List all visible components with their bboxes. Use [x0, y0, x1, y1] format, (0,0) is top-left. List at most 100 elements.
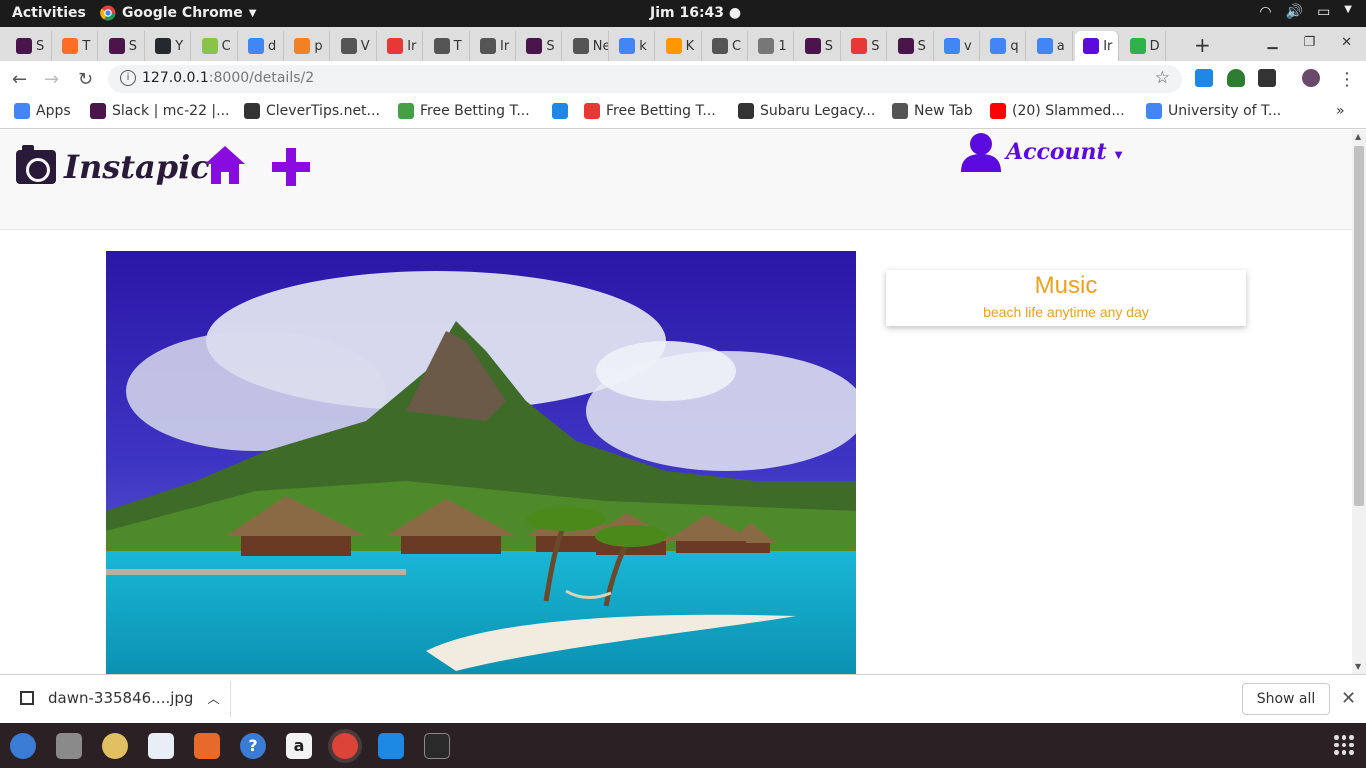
app-name: Google Chrome: [122, 5, 243, 21]
activities-button[interactable]: Activities: [12, 5, 86, 21]
bookmark-label: Free Betting T...: [606, 103, 716, 119]
chevron-up-icon[interactable]: ︿: [207, 690, 219, 707]
info-icon[interactable]: i: [120, 70, 136, 86]
tab[interactable]: T: [54, 31, 99, 61]
forward-icon[interactable]: →: [44, 69, 59, 90]
files-icon[interactable]: [56, 733, 82, 759]
tab[interactable]: 1: [750, 31, 795, 61]
tab[interactable]: S: [797, 31, 841, 61]
tab[interactable]: S: [8, 31, 52, 61]
new-tab-button[interactable]: +: [1194, 33, 1211, 57]
tab[interactable]: v: [936, 31, 980, 61]
tab[interactable]: S: [101, 31, 145, 61]
tab-favicon-icon: [62, 38, 79, 54]
close-tab-icon[interactable]: ✕: [1116, 40, 1118, 53]
close-icon[interactable]: ✕: [1341, 688, 1356, 709]
reload-icon[interactable]: ↻: [78, 69, 93, 90]
bookmark-item[interactable]: University of T...: [1146, 103, 1281, 119]
tab-favicon-icon: [480, 38, 496, 54]
vscode-icon[interactable]: [378, 733, 404, 759]
bookmark-item[interactable]: New Tab: [892, 103, 973, 119]
tab-label: k: [639, 38, 647, 54]
tab-label: T: [453, 38, 462, 54]
amazon-icon[interactable]: a: [286, 733, 312, 759]
tab[interactable]: S: [843, 31, 888, 61]
app-menu[interactable]: Google Chrome ▼: [100, 5, 256, 21]
bookmark-item[interactable]: Subaru Legacy...: [738, 103, 875, 119]
url-text[interactable]: 127.0.0.1:8000/details/2: [142, 70, 314, 86]
bookmark-item[interactable]: Slack | mc-22 |...: [90, 103, 230, 119]
tab-label: S: [128, 38, 138, 54]
tab[interactable]: T: [426, 31, 470, 61]
bookmark-item[interactable]: CleverTips.net...: [244, 103, 380, 119]
tab-label: Ir: [1103, 38, 1113, 54]
tab-label: S: [917, 38, 926, 54]
download-extension-icon[interactable]: [1195, 69, 1213, 87]
bookmark-item[interactable]: Apps: [14, 103, 71, 119]
tab-favicon-icon: [108, 38, 125, 54]
tab[interactable]: C: [704, 31, 748, 61]
tab-favicon-icon: [340, 38, 357, 54]
tab[interactable]: New: [565, 31, 609, 61]
tab[interactable]: a: [1029, 31, 1073, 61]
help-icon[interactable]: ?: [240, 733, 266, 759]
scrollbar-thumb[interactable]: [1354, 146, 1364, 506]
address-bar[interactable]: i 127.0.0.1:8000/details/2 ☆: [108, 65, 1182, 93]
tab[interactable]: d: [240, 31, 284, 61]
cube-icon[interactable]: [1258, 69, 1276, 87]
tab[interactable]: S: [890, 31, 934, 61]
tab[interactable]: C: [194, 31, 238, 61]
more-bookmarks-icon[interactable]: »: [1336, 103, 1345, 119]
tab-label: Ir: [500, 38, 510, 54]
tab[interactable]: V: [333, 31, 377, 61]
minimize-icon[interactable]: ▁: [1267, 35, 1277, 50]
tab[interactable]: Ir: [472, 31, 516, 61]
show-applications-icon[interactable]: [1334, 735, 1354, 755]
system-top-bar: Activities Google Chrome ▼ Jim 16:43 ● ◠…: [0, 0, 1366, 27]
tab[interactable]: Y: [147, 31, 192, 61]
software-icon[interactable]: [194, 733, 220, 759]
page-scrollbar[interactable]: ▲ ▼: [1352, 130, 1366, 674]
chrome-icon[interactable]: [332, 733, 358, 759]
show-all-button[interactable]: Show all: [1242, 683, 1330, 715]
close-icon[interactable]: ✕: [1341, 35, 1352, 50]
system-tray[interactable]: ◠ 🔊 ▭ ▼: [1259, 4, 1352, 20]
tab-favicon-icon: [665, 38, 682, 54]
thunderbird-icon[interactable]: [10, 733, 36, 759]
tab[interactable]: S: [518, 31, 563, 61]
tab[interactable]: Ir: [379, 31, 424, 61]
tab-favicon-icon: [16, 38, 32, 54]
tab[interactable]: k: [611, 31, 656, 61]
bookmark-item[interactable]: Free Betting T...: [584, 103, 716, 119]
account-dropdown[interactable]: Account ▼: [960, 132, 1122, 172]
terminal-icon[interactable]: [424, 733, 450, 759]
back-icon[interactable]: ←: [12, 69, 27, 90]
tab[interactable]: p: [286, 31, 331, 61]
bookmark-item[interactable]: (20) Slammed...: [990, 103, 1125, 119]
bookmark-star-icon[interactable]: ☆: [1155, 68, 1170, 88]
clock[interactable]: Jim 16:43 ●: [650, 5, 741, 21]
bookmark-item[interactable]: [552, 103, 568, 119]
bookmark-item[interactable]: Free Betting T...: [398, 103, 530, 119]
tab[interactable]: q: [982, 31, 1027, 61]
scroll-up-icon[interactable]: ▲: [1355, 132, 1361, 141]
add-post-icon[interactable]: [272, 148, 310, 186]
download-item[interactable]: dawn-335846....jpg ︿: [20, 689, 219, 707]
kebab-menu-icon[interactable]: ⋮: [1338, 69, 1356, 90]
tab[interactable]: K: [658, 31, 702, 61]
avatar[interactable]: [1302, 69, 1320, 87]
divider: [230, 681, 231, 717]
tab[interactable]: Ir✕: [1075, 31, 1120, 61]
shield-icon[interactable]: [1227, 69, 1245, 87]
brand[interactable]: Instapic: [16, 145, 210, 186]
bookmark-label: Apps: [36, 103, 71, 119]
scroll-down-icon[interactable]: ▼: [1355, 662, 1361, 671]
writer-icon[interactable]: [148, 733, 174, 759]
tab[interactable]: D: [1122, 31, 1166, 61]
chrome-icon: [100, 5, 116, 21]
home-icon[interactable]: [204, 144, 246, 186]
tab-label: C: [221, 38, 231, 54]
maximize-icon[interactable]: ❐: [1303, 35, 1315, 50]
tab-favicon-icon: [526, 38, 543, 54]
rhythmbox-icon[interactable]: [102, 733, 128, 759]
